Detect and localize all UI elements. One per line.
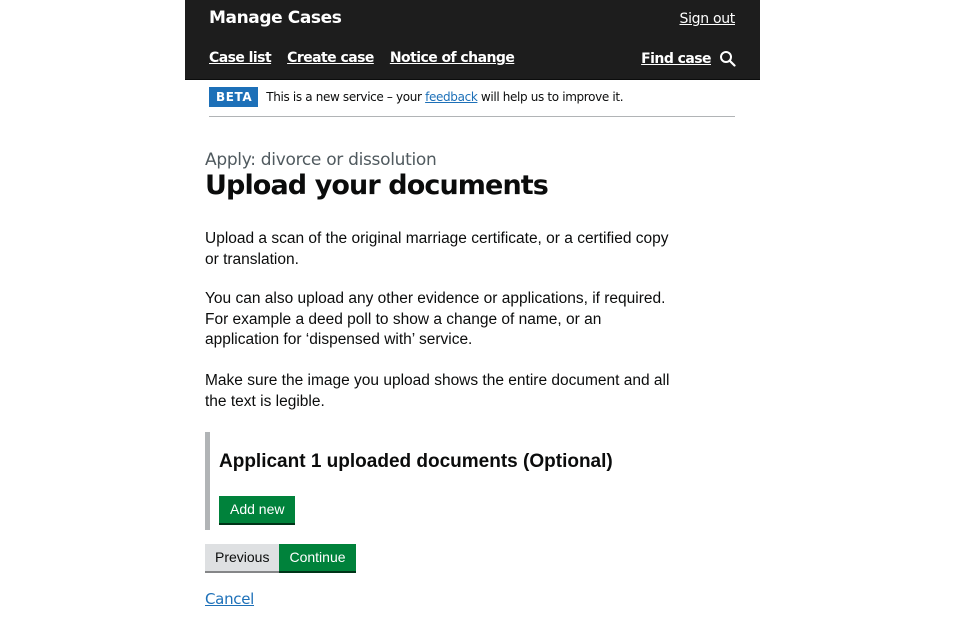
previous-button[interactable]: Previous [205,544,280,571]
find-case-link[interactable]: Find case [641,51,711,67]
form-navigation: Previous Continue [205,544,356,571]
page-title: Upload your documents [205,170,549,201]
document-collection: Applicant 1 uploaded documents (Optional… [205,432,670,530]
instruction-paragraph: Upload a scan of the original marriage c… [205,230,669,268]
collection-heading: Applicant 1 uploaded documents (Optional… [219,451,613,472]
phase-banner-text: This is a new service – your feedback wi… [266,87,623,107]
phase-text-after: will help us to improve it. [477,90,624,104]
nav-notice-of-change[interactable]: Notice of change [390,50,515,66]
service-name: Manage Cases [209,8,342,28]
add-new-button[interactable]: Add new [219,496,296,523]
phase-text-before: This is a new service – your [266,90,426,104]
nav-case-list[interactable]: Case list [209,50,272,66]
page: Manage Cases Sign out Case list Create c… [185,0,760,640]
nav-create-case[interactable]: Create case [287,50,374,66]
feedback-link[interactable]: feedback [425,90,478,104]
instruction-paragraph: You can also upload any other evidence o… [205,290,666,348]
sign-out-link[interactable]: Sign out [679,11,735,27]
search-icon[interactable] [719,50,736,67]
phase-banner: BETA This is a new service – your feedba… [209,87,735,117]
beta-tag: BETA [209,87,259,107]
find-case: Find case [641,50,736,67]
continue-button[interactable]: Continue [279,544,356,571]
cancel-link[interactable]: Cancel [205,590,254,608]
primary-navigation: Case list Create case Notice of change [209,50,515,66]
page-caption: Apply: divorce or dissolution [205,150,437,170]
site-header: Manage Cases Sign out Case list Create c… [185,0,760,80]
instruction-paragraph: Make sure the image you upload shows the… [205,372,670,410]
